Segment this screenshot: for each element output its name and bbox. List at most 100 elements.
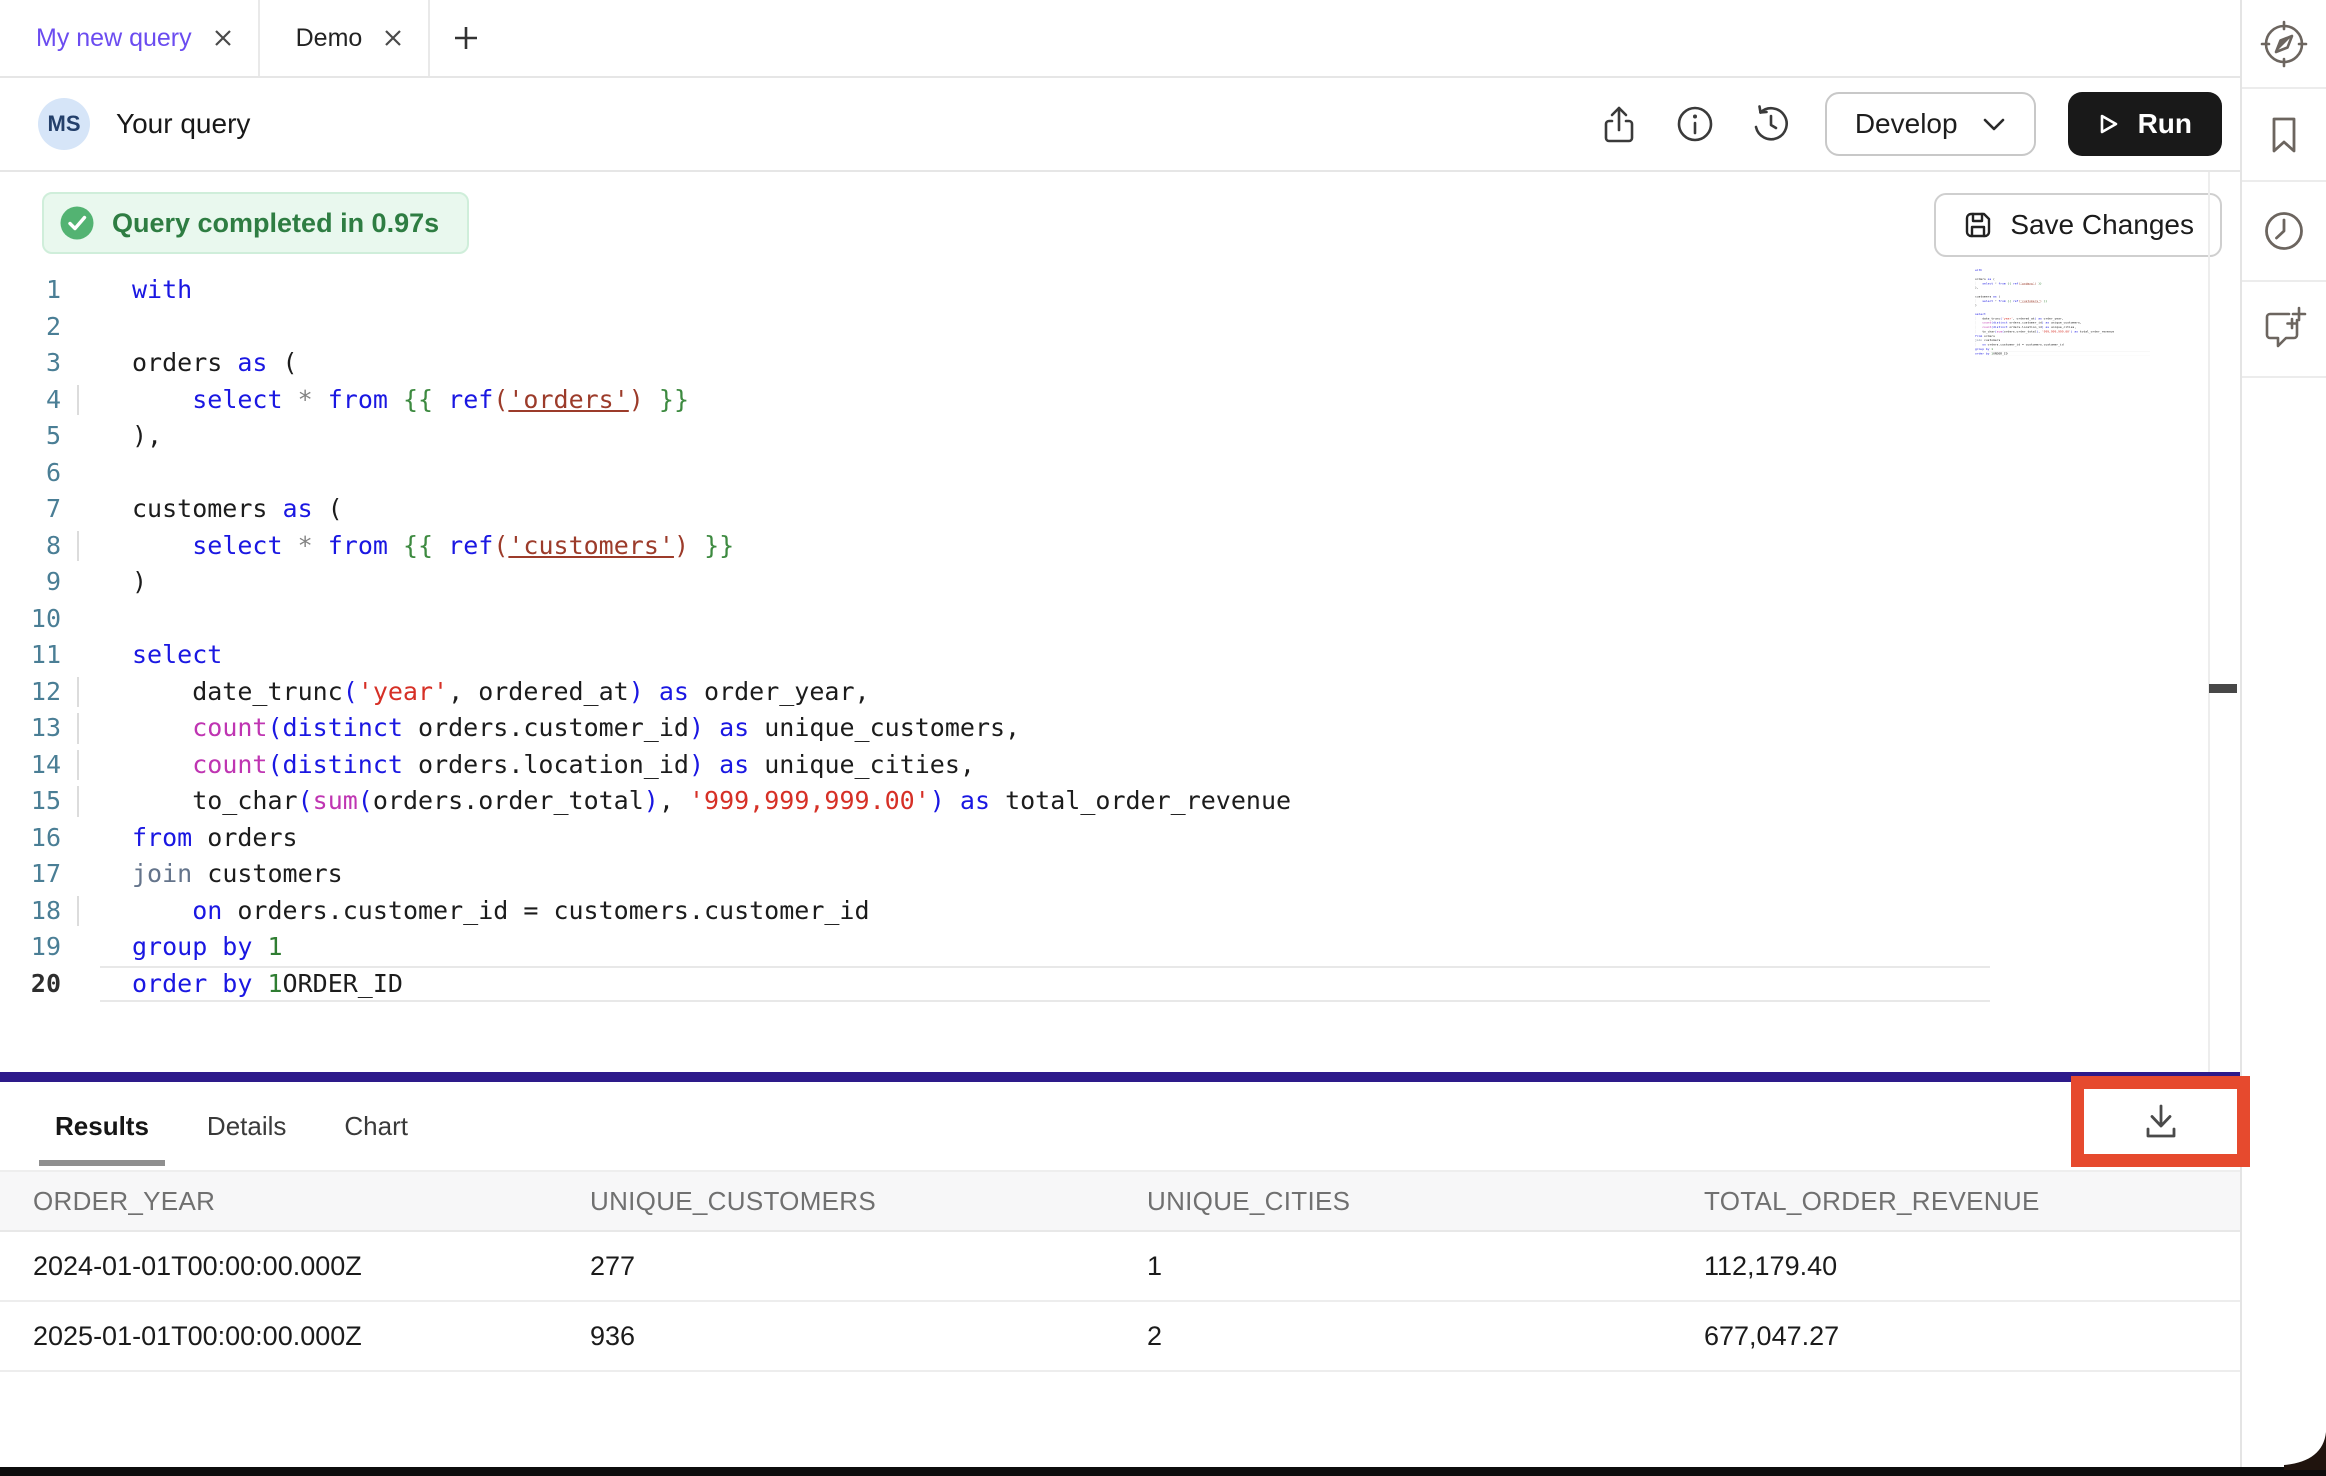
code-token: order_year, xyxy=(689,677,870,706)
download-results-button[interactable] xyxy=(2137,1099,2185,1145)
code-token: join xyxy=(1975,338,1982,341)
code-line-content xyxy=(75,309,132,346)
code-token: ( xyxy=(313,494,343,523)
code-line-content: select * from {{ ref('customers') }} xyxy=(75,528,734,565)
tab-my-new-query[interactable]: My new query xyxy=(0,0,260,76)
code-line-15[interactable]: 15 to_char(sum(orders.order_total), '999… xyxy=(0,783,2240,820)
code-line-content: customers as ( xyxy=(75,491,343,528)
close-icon[interactable] xyxy=(382,27,404,49)
code-line-18[interactable]: 18 on orders.customer_id = customers.cus… xyxy=(0,893,2240,930)
sidebar-item-bookmarks[interactable] xyxy=(2242,89,2326,182)
code-token xyxy=(313,385,328,414)
code-token xyxy=(945,786,960,815)
code-line-1[interactable]: 1with xyxy=(0,272,2240,309)
code-line-19[interactable]: 19group by 1 xyxy=(0,929,2240,966)
play-icon xyxy=(2098,112,2120,136)
tab-chart[interactable]: Chart xyxy=(344,1111,408,1142)
code-token: unique_cities, xyxy=(749,750,975,779)
line-number: 19 xyxy=(0,929,75,966)
code-line-17[interactable]: 17join customers xyxy=(0,856,2240,893)
code-line-12[interactable]: 12 date_trunc('year', ordered_at) as ord… xyxy=(0,674,2240,711)
share-button[interactable] xyxy=(1597,102,1641,146)
editor-scrollbar-thumb[interactable] xyxy=(2209,684,2237,693)
annotation-highlight-box xyxy=(2071,1076,2250,1167)
results-panel: Results Details Chart ORDER_YEAR UNIQUE_… xyxy=(0,1082,2240,1467)
code-line-5[interactable]: 5), xyxy=(0,418,2240,455)
save-icon xyxy=(1962,209,1994,241)
code-token: distinct xyxy=(1993,325,2007,328)
code-line-20[interactable]: 20order by 1ORDER_ID xyxy=(0,966,2240,1003)
code-token: count xyxy=(1982,321,1991,324)
code-line-7[interactable]: 7customers as ( xyxy=(0,491,2240,528)
tab-details[interactable]: Details xyxy=(207,1111,286,1142)
code-line-11[interactable]: 11select xyxy=(0,637,2240,674)
info-icon xyxy=(1674,103,1716,145)
sidebar-item-history[interactable] xyxy=(2242,182,2326,282)
new-tab-button[interactable] xyxy=(430,0,502,76)
code-token: orders.location_id xyxy=(403,750,689,779)
code-token: as xyxy=(960,786,990,815)
code-token: orders.customer_id xyxy=(2008,321,2042,324)
code-token: distinct xyxy=(283,750,403,779)
code-token: orders.customer_id xyxy=(403,713,689,742)
code-line-4[interactable]: 4 select * from {{ ref('orders') }} xyxy=(0,382,2240,419)
code-token: ), xyxy=(1975,286,1979,289)
code-line-3[interactable]: 3orders as ( xyxy=(0,345,2240,382)
code-line-content: date_trunc('year', ordered_at) as order_… xyxy=(75,674,870,711)
code-token: orders.customer_id = customers.customer_… xyxy=(1986,343,2064,346)
develop-label: Develop xyxy=(1855,108,1958,140)
panel-divider-bar[interactable] xyxy=(0,1072,2240,1082)
table-row[interactable]: 2024-01-01T00:00:00.000Z2771112,179.40 xyxy=(0,1232,2240,1302)
code-token: 1 xyxy=(1991,347,1993,350)
editor-minimap[interactable]: withorders as ( select * from {{ ref('or… xyxy=(1975,268,2150,368)
code-line-6[interactable]: 6 xyxy=(0,455,2240,492)
code-line-content: count(distinct orders.customer_id) as un… xyxy=(75,710,1020,747)
code-token: with xyxy=(132,275,192,304)
table-row[interactable]: 2025-01-01T00:00:00.000Z9362677,047.27 xyxy=(0,1302,2240,1372)
code-token xyxy=(132,531,192,560)
close-icon[interactable] xyxy=(212,27,234,49)
column-order-year: ORDER_YEAR xyxy=(0,1186,557,1217)
line-number: 8 xyxy=(0,528,75,565)
line-number: 20 xyxy=(0,966,75,1003)
code-token: group by xyxy=(1975,347,1989,350)
code-line-10[interactable]: 10 xyxy=(0,601,2240,638)
run-button[interactable]: Run xyxy=(2068,92,2222,156)
code-token: orders.customer_id = customers.customer_… xyxy=(222,896,869,925)
tab-results[interactable]: Results xyxy=(55,1111,149,1142)
table-cell: 1 xyxy=(1114,1251,1671,1282)
code-line-13[interactable]: 13 count(distinct orders.customer_id) as… xyxy=(0,710,2240,747)
code-area[interactable]: 1with23orders as (4 select * from {{ ref… xyxy=(0,272,2240,1002)
history-button[interactable] xyxy=(1749,102,1793,146)
info-button[interactable] xyxy=(1673,102,1717,146)
code-token: select xyxy=(1982,299,1993,302)
code-token xyxy=(704,713,719,742)
code-line-content: group by 1 xyxy=(75,929,283,966)
code-token: orders.order_total xyxy=(373,786,644,815)
code-token: ) xyxy=(629,385,644,414)
code-token: ( xyxy=(267,713,282,742)
code-token: ) xyxy=(674,531,689,560)
tab-demo[interactable]: Demo xyxy=(260,0,431,76)
history-clock-icon xyxy=(1750,103,1792,145)
code-token: orders xyxy=(1975,277,1988,280)
code-line-content xyxy=(75,601,132,638)
code-line-9[interactable]: 9) xyxy=(0,564,2240,601)
code-line-20: order by 1ORDER_ID xyxy=(1975,351,2150,355)
code-line-8[interactable]: 8 select * from {{ ref('customers') }} xyxy=(0,528,2240,565)
code-token xyxy=(704,750,719,779)
code-token: orders xyxy=(1982,334,1995,337)
code-token xyxy=(252,932,267,961)
code-line-14[interactable]: 14 count(distinct orders.location_id) as… xyxy=(0,747,2240,784)
code-line-16[interactable]: 16from orders xyxy=(0,820,2240,857)
code-line-2[interactable]: 2 xyxy=(0,309,2240,346)
code-token: orders.location_id xyxy=(2008,325,2042,328)
sidebar-item-ai-assistant[interactable] xyxy=(2242,282,2326,378)
sidebar-item-explore[interactable] xyxy=(2242,0,2326,89)
code-token: sum xyxy=(313,786,358,815)
develop-dropdown[interactable]: Develop xyxy=(1825,92,2036,156)
save-changes-button[interactable]: Save Changes xyxy=(1934,193,2222,257)
code-token: ( xyxy=(298,786,313,815)
code-token: 1 xyxy=(267,969,282,998)
code-token: ORDER_ID xyxy=(283,969,403,998)
